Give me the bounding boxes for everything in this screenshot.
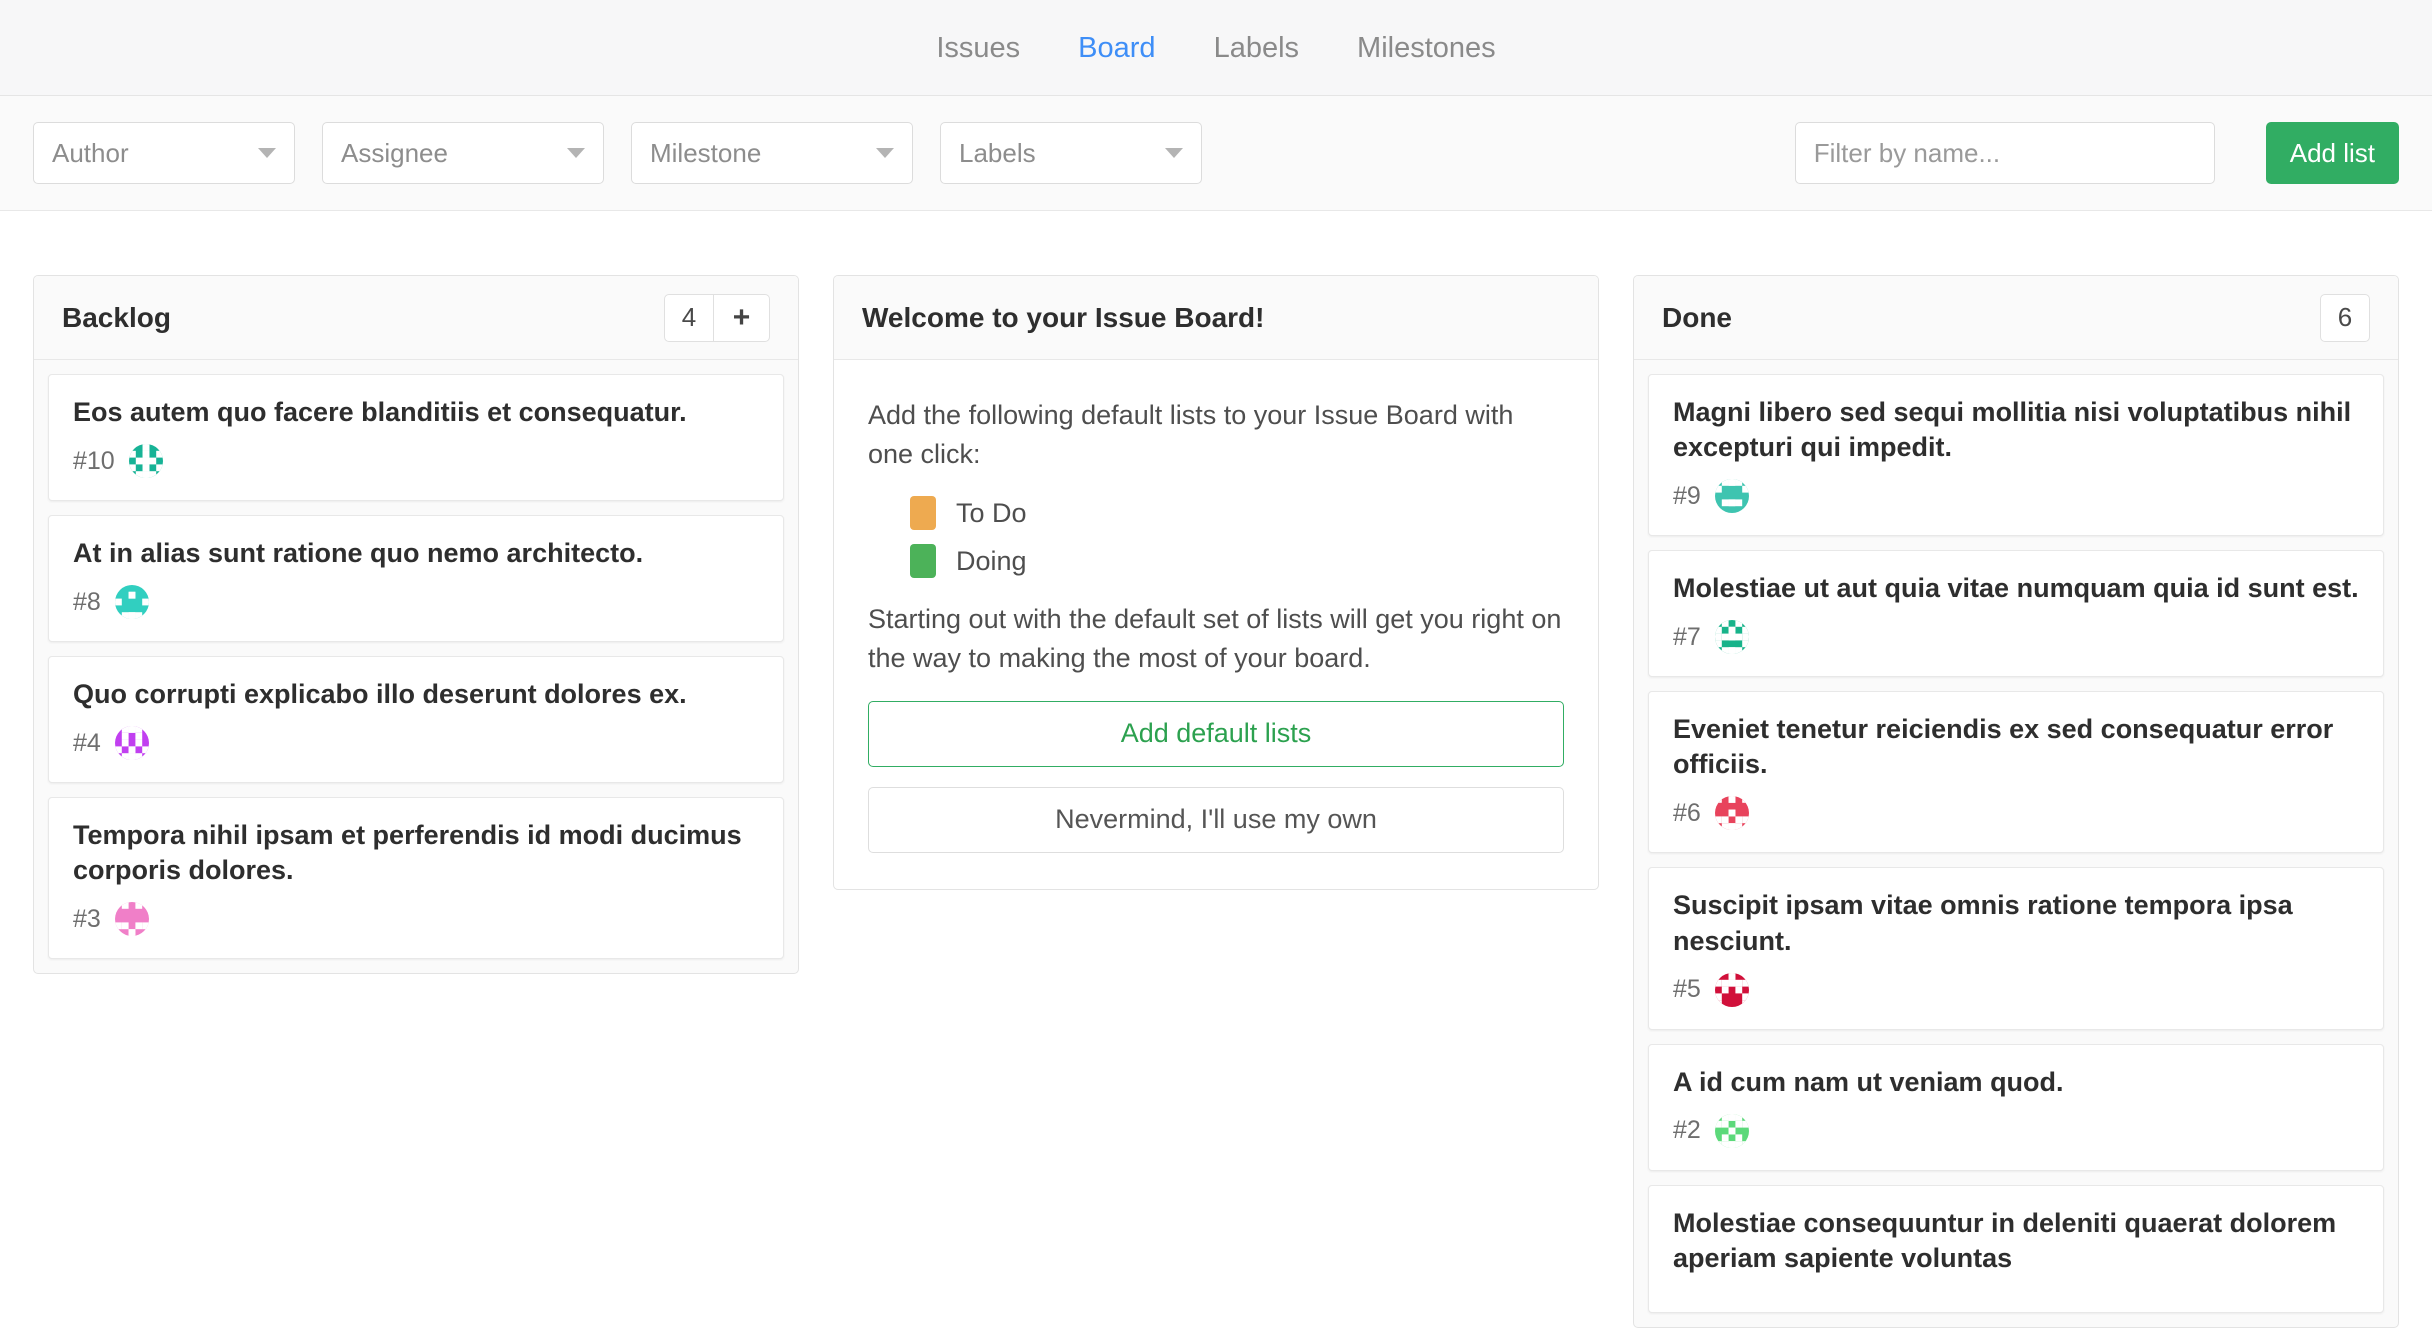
welcome-intro-text: Add the following default lists to your …	[868, 396, 1564, 474]
avatar	[115, 902, 149, 936]
backlog-card-list: Eos autem quo facere blanditiis et conse…	[34, 360, 798, 973]
issue-card-title: A id cum nam ut veniam quod.	[1673, 1065, 2359, 1100]
issue-card-id: #2	[1673, 1116, 1701, 1145]
issue-card[interactable]: At in alias sunt ratione quo nemo archit…	[48, 515, 784, 642]
label-color-swatch	[910, 496, 936, 530]
author-dropdown[interactable]: Author	[33, 122, 295, 184]
author-dropdown-label: Author	[52, 138, 258, 169]
default-list-item: To Do	[910, 496, 1564, 530]
issue-card-meta: #3	[73, 902, 759, 936]
avatar	[115, 585, 149, 619]
assignee-dropdown-label: Assignee	[341, 138, 567, 169]
issue-card-title: At in alias sunt ratione quo nemo archit…	[73, 536, 759, 571]
milestone-dropdown[interactable]: Milestone	[631, 122, 913, 184]
done-card-list: Magni libero sed sequi mollitia nisi vol…	[1634, 360, 2398, 1327]
issue-card[interactable]: Molestiae ut aut quia vitae numquam quia…	[1648, 550, 2384, 677]
issue-board: Backlog 4 + Eos autem quo facere blandit…	[0, 211, 2432, 1342]
welcome-panel: Welcome to your Issue Board! Add the fol…	[833, 275, 1599, 890]
tab-issues[interactable]: Issues	[907, 0, 1049, 96]
issue-card[interactable]: Magni libero sed sequi mollitia nisi vol…	[1648, 374, 2384, 536]
issue-card-meta: #8	[73, 585, 759, 619]
avatar	[1715, 479, 1749, 513]
chevron-down-icon	[876, 148, 894, 158]
avatar	[1715, 796, 1749, 830]
done-issue-count: 6	[2320, 294, 2370, 342]
labels-dropdown[interactable]: Labels	[940, 122, 1202, 184]
issue-card-title: Magni libero sed sequi mollitia nisi vol…	[1673, 395, 2359, 465]
done-column-header: Done 6	[1634, 276, 2398, 360]
issue-card[interactable]: Suscipit ipsam vitae omnis ratione tempo…	[1648, 867, 2384, 1029]
issue-card-id: #9	[1673, 482, 1701, 511]
welcome-panel-title: Welcome to your Issue Board!	[862, 302, 1570, 334]
default-list-name: Doing	[956, 546, 1027, 577]
backlog-column-title: Backlog	[62, 302, 664, 334]
default-lists-preview: To Do Doing	[910, 496, 1564, 578]
top-navigation: Issues Board Labels Milestones	[0, 0, 2432, 96]
labels-dropdown-label: Labels	[959, 138, 1165, 169]
avatar	[1715, 620, 1749, 654]
avatar	[1715, 973, 1749, 1007]
issue-card-title: Molestiae ut aut quia vitae numquam quia…	[1673, 571, 2359, 606]
use-my-own-lists-button[interactable]: Nevermind, I'll use my own	[868, 787, 1564, 853]
issue-card-meta: #6	[1673, 796, 2359, 830]
issue-card-title: Molestiae consequuntur in deleniti quaer…	[1673, 1206, 2359, 1276]
issue-card-id: #5	[1673, 975, 1701, 1004]
welcome-panel-body: Add the following default lists to your …	[834, 360, 1598, 889]
issue-card-title: Tempora nihil ipsam et perferendis id mo…	[73, 818, 759, 888]
default-list-name: To Do	[956, 498, 1027, 529]
tab-labels[interactable]: Labels	[1185, 0, 1328, 96]
default-list-item: Doing	[910, 544, 1564, 578]
issue-card[interactable]: Tempora nihil ipsam et perferendis id mo…	[48, 797, 784, 959]
avatar	[1715, 1114, 1749, 1148]
board-column-done: Done 6 Magni libero sed sequi mollitia n…	[1633, 275, 2399, 1328]
filter-bar: Author Assignee Milestone Labels Add lis…	[0, 96, 2432, 211]
backlog-issue-count: 4	[664, 294, 714, 342]
add-default-lists-button[interactable]: Add default lists	[868, 701, 1564, 767]
issue-card-id: #4	[73, 729, 101, 758]
board-column-backlog: Backlog 4 + Eos autem quo facere blandit…	[33, 275, 799, 974]
issue-card-id: #8	[73, 588, 101, 617]
done-column-controls: 6	[2320, 294, 2370, 342]
issue-card[interactable]: Quo corrupti explicabo illo deserunt dol…	[48, 656, 784, 783]
issue-card[interactable]: Molestiae consequuntur in deleniti quaer…	[1648, 1185, 2384, 1313]
chevron-down-icon	[258, 148, 276, 158]
add-list-button[interactable]: Add list	[2266, 122, 2399, 184]
backlog-column-controls: 4 +	[664, 294, 770, 342]
label-color-swatch	[910, 544, 936, 578]
assignee-dropdown[interactable]: Assignee	[322, 122, 604, 184]
avatar	[115, 726, 149, 760]
issue-card-meta: #7	[1673, 620, 2359, 654]
issue-card-id: #10	[73, 447, 115, 476]
backlog-add-issue-button[interactable]: +	[714, 294, 770, 342]
issue-card[interactable]: A id cum nam ut veniam quod. #2	[1648, 1044, 2384, 1171]
tab-board[interactable]: Board	[1049, 0, 1184, 96]
issue-card-title: Quo corrupti explicabo illo deserunt dol…	[73, 677, 759, 712]
issue-card-title: Eos autem quo facere blanditiis et conse…	[73, 395, 759, 430]
issue-card[interactable]: Eveniet tenetur reiciendis ex sed conseq…	[1648, 691, 2384, 853]
issue-card-id: #3	[73, 905, 101, 934]
chevron-down-icon	[1165, 148, 1183, 158]
welcome-outro-text: Starting out with the default set of lis…	[868, 600, 1564, 678]
welcome-panel-header: Welcome to your Issue Board!	[834, 276, 1598, 360]
issue-card-meta: #2	[1673, 1114, 2359, 1148]
issue-card-id: #6	[1673, 799, 1701, 828]
issue-card[interactable]: Eos autem quo facere blanditiis et conse…	[48, 374, 784, 501]
avatar	[129, 444, 163, 478]
tab-milestones[interactable]: Milestones	[1328, 0, 1525, 96]
filter-by-name-input[interactable]	[1795, 122, 2215, 184]
issue-card-meta: #9	[1673, 479, 2359, 513]
issue-card-meta: #5	[1673, 973, 2359, 1007]
issue-card-id: #7	[1673, 623, 1701, 652]
issue-card-meta: #4	[73, 726, 759, 760]
milestone-dropdown-label: Milestone	[650, 138, 876, 169]
done-column-title: Done	[1662, 302, 2320, 334]
chevron-down-icon	[567, 148, 585, 158]
issue-card-title: Eveniet tenetur reiciendis ex sed conseq…	[1673, 712, 2359, 782]
issue-card-meta: #10	[73, 444, 759, 478]
backlog-column-header: Backlog 4 +	[34, 276, 798, 360]
issue-card-title: Suscipit ipsam vitae omnis ratione tempo…	[1673, 888, 2359, 958]
